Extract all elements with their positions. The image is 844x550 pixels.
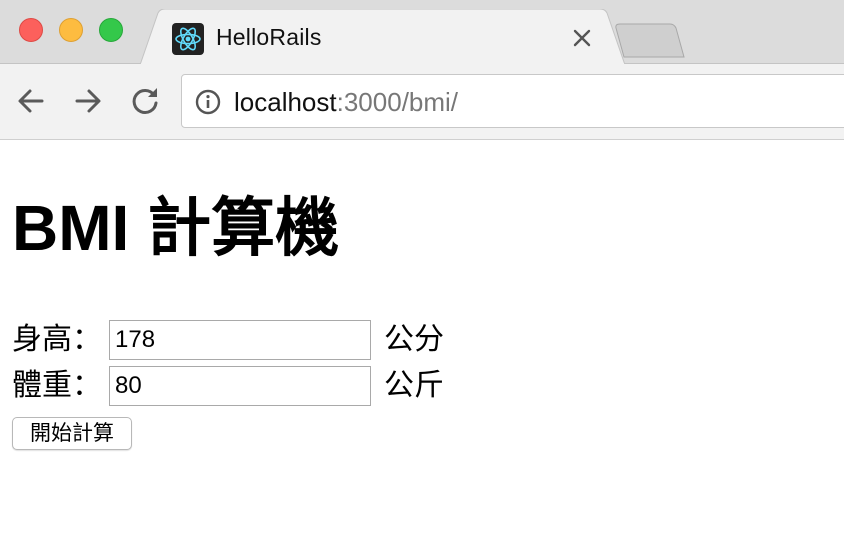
tab-hellorails[interactable]: HelloRails <box>140 9 630 65</box>
tab-strip: HelloRails <box>0 0 844 65</box>
weight-unit: 公斤 <box>384 369 444 402</box>
window-close-button[interactable] <box>19 18 43 42</box>
url-text[interactable]: localhost:3000/bmi/ <box>234 87 458 118</box>
window-minimize-button[interactable] <box>59 18 83 42</box>
reload-icon[interactable] <box>128 84 162 118</box>
arrow-right-icon[interactable] <box>71 84 105 118</box>
height-label: 身高： <box>12 323 102 356</box>
browser-toolbar: localhost:3000/bmi/ <box>0 64 844 140</box>
react-atom-icon <box>172 23 204 55</box>
weight-input[interactable] <box>109 366 371 406</box>
close-icon[interactable] <box>570 26 594 50</box>
url-host: localhost <box>234 87 337 117</box>
height-unit: 公分 <box>384 323 444 356</box>
url-path: :3000/bmi/ <box>336 87 459 117</box>
address-bar[interactable]: localhost:3000/bmi/ <box>181 74 844 128</box>
weight-label: 體重： <box>12 369 102 402</box>
height-input[interactable] <box>109 320 371 360</box>
page-title: BMI 計算機 <box>12 192 340 264</box>
calculate-button[interactable]: 開始計算 <box>12 417 132 450</box>
info-icon[interactable] <box>195 89 221 115</box>
tab-title: HelloRails <box>216 24 322 50</box>
new-tab-button[interactable] <box>614 22 688 58</box>
window-maximize-button[interactable] <box>99 18 123 42</box>
arrow-left-icon[interactable] <box>14 84 48 118</box>
